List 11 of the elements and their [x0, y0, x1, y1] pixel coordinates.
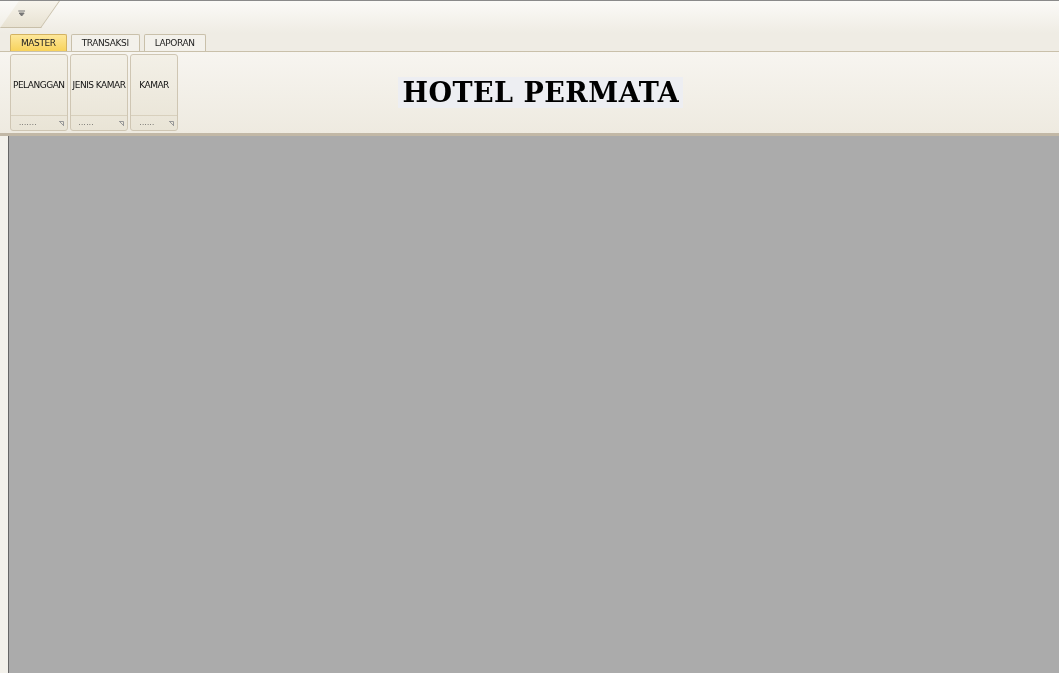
- ribbon-button[interactable]: PELANGGAN: [11, 55, 67, 115]
- dialog-launcher-icon[interactable]: [168, 120, 174, 126]
- ribbon-button[interactable]: KAMAR: [131, 55, 177, 115]
- dialog-launcher-icon[interactable]: [58, 120, 64, 126]
- ribbon-tab[interactable]: MASTER: [10, 34, 67, 51]
- ribbon-button[interactable]: JENIS KAMAR: [70, 55, 128, 115]
- app-title: HOTEL PERMATA: [398, 77, 684, 108]
- dropdown-icon[interactable]: [18, 10, 26, 17]
- dialog-launcher-icon[interactable]: [119, 120, 125, 126]
- ribbon-tab[interactable]: LAPORAN: [143, 34, 206, 51]
- ribbon-tab[interactable]: TRANSAKSI: [70, 34, 140, 51]
